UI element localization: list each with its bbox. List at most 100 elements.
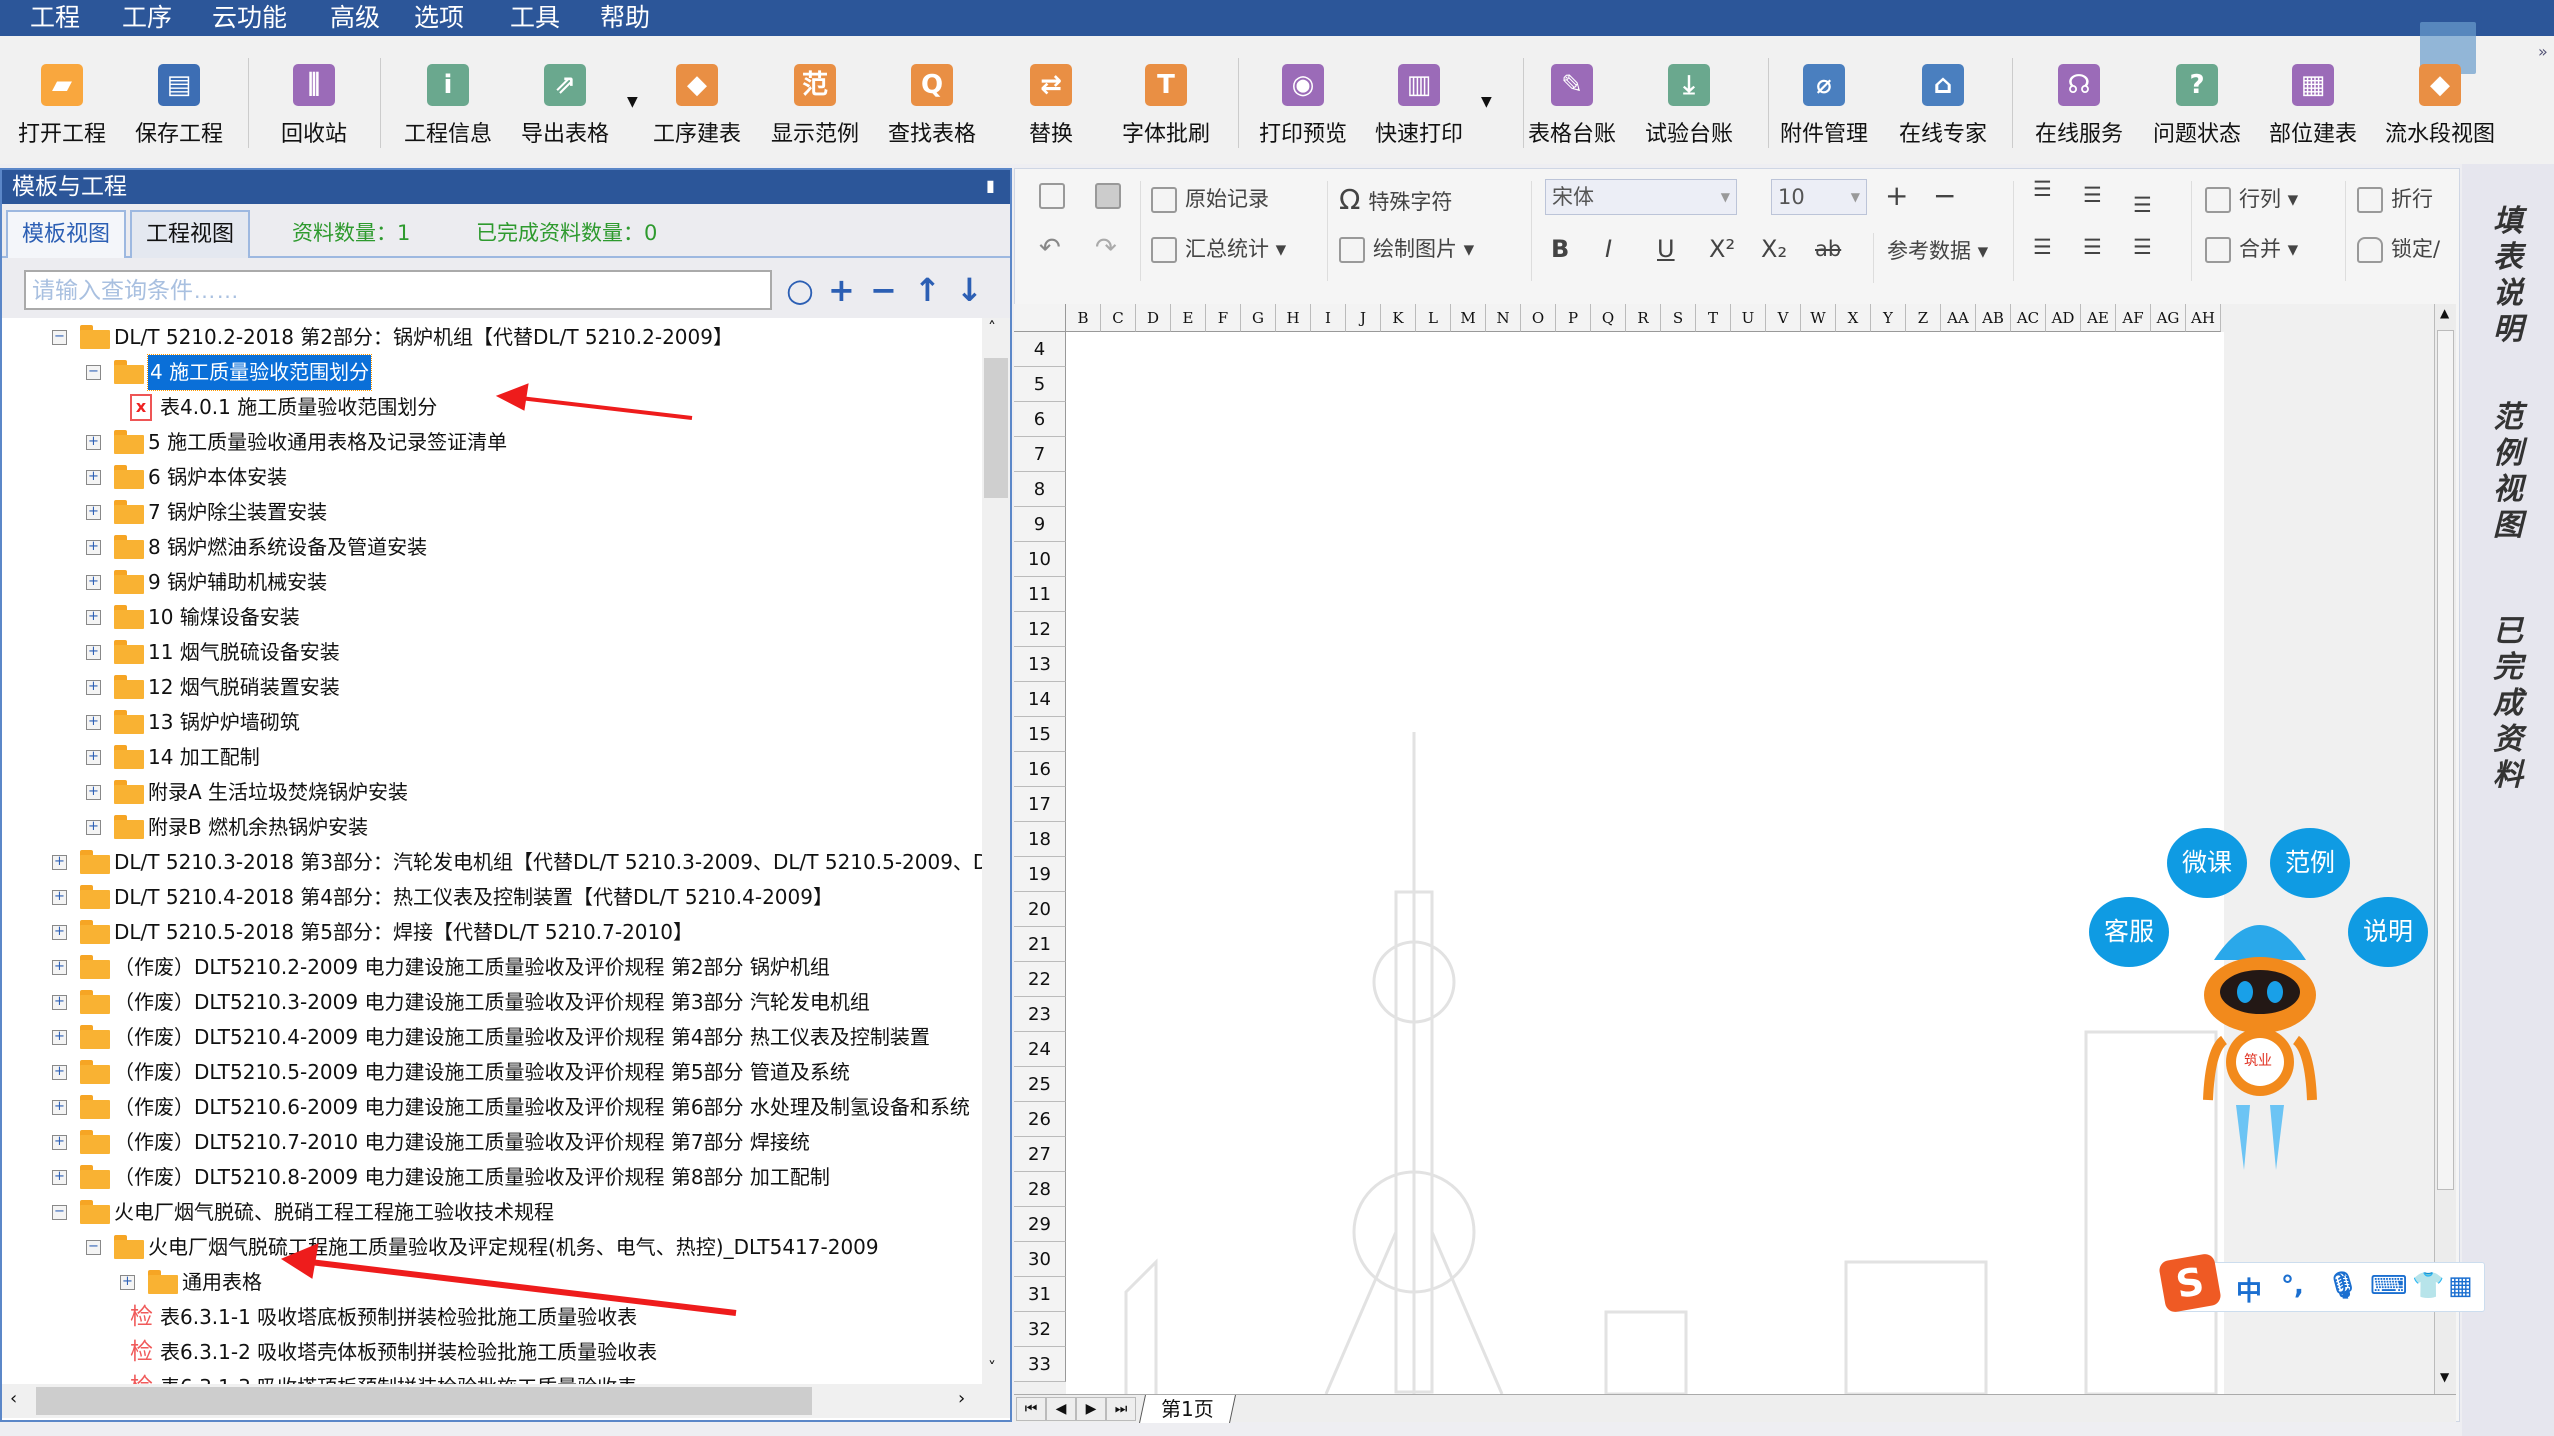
row-header[interactable]: 7: [1014, 437, 1066, 472]
row-header[interactable]: 28: [1014, 1172, 1066, 1207]
tree-horizontal-scrollbar[interactable]: ‹ ›: [2, 1384, 1010, 1418]
expand-icon[interactable]: +: [86, 750, 101, 765]
undo-icon[interactable]: ↶: [1039, 233, 1061, 263]
column-header[interactable]: G: [1241, 304, 1276, 332]
row-header[interactable]: 16: [1014, 752, 1066, 787]
scroll-up-icon[interactable]: ▲: [2440, 306, 2449, 320]
sidebar-completed[interactable]: 已完成资料: [2490, 614, 2526, 794]
row-header[interactable]: 31: [1014, 1277, 1066, 1312]
increase-font-button[interactable]: +: [1885, 179, 1908, 212]
search-icon[interactable]: ○: [786, 270, 814, 310]
help-button[interactable]: 说明: [2348, 897, 2428, 967]
column-header[interactable]: M: [1451, 304, 1486, 332]
superscript-button[interactable]: X²: [1709, 235, 1735, 263]
toolbar-button[interactable]: ▤ 保存工程: [124, 64, 234, 148]
select-all-corner[interactable]: [1014, 304, 1066, 332]
expand-icon[interactable]: +: [86, 610, 101, 625]
scroll-right-icon[interactable]: ›: [958, 1388, 965, 1409]
scroll-down-icon[interactable]: ˅: [988, 1358, 996, 1377]
tree-item[interactable]: + （作废）DLT5210.7-2010 电力建设施工质量验收及评价规程 第7部分…: [2, 1125, 982, 1160]
row-header[interactable]: 32: [1014, 1312, 1066, 1347]
tree-item[interactable]: + 通用表格: [2, 1265, 982, 1300]
tree-item[interactable]: +13 锅炉炉墙砌筑: [2, 705, 982, 740]
tree-item[interactable]: + 附录B 燃机余热锅炉安装: [2, 810, 982, 845]
microphone-icon[interactable]: 🎙: [2326, 1271, 2359, 1301]
toolbar-button[interactable]: ⇄ 替换: [996, 64, 1106, 148]
row-header[interactable]: 25: [1014, 1067, 1066, 1102]
row-header[interactable]: 8: [1014, 472, 1066, 507]
prev-sheet-icon[interactable]: ◀: [1046, 1397, 1076, 1421]
search-input[interactable]: [24, 270, 772, 310]
expand-icon[interactable]: +: [86, 435, 101, 450]
tree-item[interactable]: − 火电厂烟气脱硫工程施工质量验收及评定规程(机务、电气、热控)_DLT5417-…: [2, 1230, 982, 1265]
tree-item[interactable]: +7 锅炉除尘装置安装: [2, 495, 982, 530]
column-header[interactable]: D: [1136, 304, 1171, 332]
expand-icon[interactable]: +: [52, 890, 67, 905]
last-sheet-icon[interactable]: ⏭: [1106, 1397, 1136, 1421]
summary-stats-button[interactable]: 汇总统计 ▾: [1151, 233, 1286, 263]
subscript-button[interactable]: X₂: [1761, 235, 1787, 263]
row-header[interactable]: 12: [1014, 612, 1066, 647]
cell-area[interactable]: [1066, 332, 2224, 1394]
underline-button[interactable]: U: [1657, 235, 1675, 263]
expand-icon[interactable]: +: [86, 820, 101, 835]
keyboard-icon[interactable]: ⌨: [2370, 1271, 2408, 1301]
tree-item[interactable]: + DL/T 5210.5-2018 第5部分：焊接【代替DL/T 5210.7-…: [2, 915, 982, 950]
expand-icon[interactable]: +: [52, 1065, 67, 1080]
column-header[interactable]: L: [1416, 304, 1451, 332]
expand-icon[interactable]: +: [52, 995, 67, 1010]
menu-item[interactable]: 工具: [510, 2, 560, 34]
font-select[interactable]: 宋体 ▼: [1545, 179, 1737, 215]
collapse-icon[interactable]: −: [52, 1205, 67, 1220]
tree-item[interactable]: +8 锅炉燃油系统设备及管道安装: [2, 530, 982, 565]
column-header[interactable]: AH: [2186, 304, 2221, 332]
toolbar-button[interactable]: ◆ 工序建表: [642, 64, 752, 148]
column-header[interactable]: V: [1766, 304, 1801, 332]
expand-icon[interactable]: +: [86, 785, 101, 800]
pin-icon[interactable]: ▮: [986, 176, 995, 195]
next-sheet-icon[interactable]: ▶: [1076, 1397, 1106, 1421]
micro-course-button[interactable]: 微课: [2167, 828, 2247, 898]
tree-item[interactable]: + 附录A 生活垃圾焚烧锅炉安装: [2, 775, 982, 810]
tree-item[interactable]: +14 加工配制: [2, 740, 982, 775]
expand-icon[interactable]: +: [52, 1100, 67, 1115]
tree-item[interactable]: 检表6.3.1-1 吸收塔底板预制拼装检验批施工质量验收表: [2, 1300, 982, 1335]
toolbar-button[interactable]: Q 查找表格: [877, 64, 987, 148]
column-header[interactable]: N: [1486, 304, 1521, 332]
column-header[interactable]: W: [1801, 304, 1836, 332]
special-char-button[interactable]: Ω 特殊字符: [1339, 183, 1452, 216]
align-left-icon[interactable]: ☰: [2033, 235, 2052, 259]
scroll-thumb[interactable]: [984, 358, 1008, 498]
row-header[interactable]: 17: [1014, 787, 1066, 822]
column-header[interactable]: K: [1381, 304, 1416, 332]
column-header[interactable]: AF: [2116, 304, 2151, 332]
grid-vertical-scrollbar[interactable]: ▲ ▼: [2434, 304, 2456, 1394]
column-header[interactable]: AE: [2081, 304, 2116, 332]
customer-service-button[interactable]: 客服: [2089, 897, 2169, 967]
scroll-up-icon[interactable]: ˄: [988, 318, 996, 337]
original-record-button[interactable]: 原始记录: [1151, 183, 1269, 213]
tree-item[interactable]: +5 施工质量验收通用表格及记录签证清单: [2, 425, 982, 460]
column-header[interactable]: AG: [2151, 304, 2186, 332]
collapse-icon[interactable]: −: [86, 1240, 101, 1255]
expand-icon[interactable]: +: [52, 1030, 67, 1045]
draw-image-button[interactable]: 绘制图片 ▾: [1339, 233, 1474, 263]
menu-item[interactable]: 选项: [414, 2, 464, 34]
row-header[interactable]: 18: [1014, 822, 1066, 857]
ime-punctuation[interactable]: °,: [2281, 1271, 2304, 1301]
toolbar-button[interactable]: ✎ 表格台账: [1517, 64, 1627, 148]
merge-button[interactable]: 合并 ▾: [2205, 233, 2298, 263]
align-top-icon[interactable]: ☰: [2033, 177, 2052, 201]
sidebar-fill-guide[interactable]: 填表说明: [2490, 204, 2526, 348]
copy-icon[interactable]: [1039, 183, 1073, 209]
column-header[interactable]: Q: [1591, 304, 1626, 332]
hscroll-thumb[interactable]: [36, 1387, 812, 1415]
toolbar-button[interactable]: ? 问题状态: [2142, 64, 2252, 148]
row-header[interactable]: 29: [1014, 1207, 1066, 1242]
expand-icon[interactable]: +: [52, 855, 67, 870]
toolbar-button[interactable]: T 字体批刷: [1111, 64, 1221, 148]
column-header[interactable]: AA: [1941, 304, 1976, 332]
lock-button[interactable]: 锁定/: [2357, 233, 2457, 263]
column-header[interactable]: X: [1836, 304, 1871, 332]
menu-item[interactable]: 工序: [122, 2, 172, 34]
